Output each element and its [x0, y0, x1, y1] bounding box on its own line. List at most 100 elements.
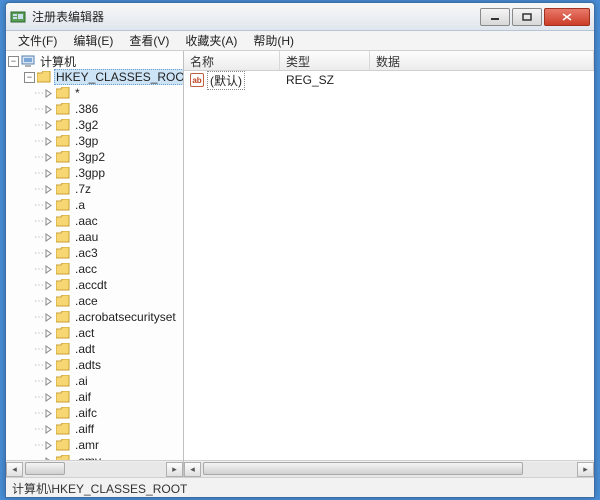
scroll-left-icon[interactable]: ◂	[184, 462, 201, 477]
folder-icon	[56, 423, 70, 435]
tree-connector: ⋯	[34, 168, 43, 179]
expand-icon[interactable]	[43, 280, 54, 291]
scroll-left-icon[interactable]: ◂	[6, 462, 23, 477]
tree-key[interactable]: ⋯.act	[6, 325, 183, 341]
tree-key[interactable]: ⋯.ace	[6, 293, 183, 309]
collapse-icon[interactable]: −	[24, 72, 35, 83]
expand-icon[interactable]	[43, 312, 54, 323]
menu-edit[interactable]: 编辑(E)	[65, 30, 121, 51]
tree-key[interactable]: ⋯.7z	[6, 181, 183, 197]
tree-label: HKEY_CLASSES_ROOT	[54, 69, 183, 85]
menu-help[interactable]: 帮助(H)	[245, 30, 302, 51]
tree-key[interactable]: ⋯.ac3	[6, 245, 183, 261]
folder-icon	[56, 263, 70, 275]
menubar: 文件(F) 编辑(E) 查看(V) 收藏夹(A) 帮助(H)	[6, 31, 594, 51]
column-data[interactable]: 数据	[370, 51, 594, 70]
tree-key[interactable]: ⋯.accdt	[6, 277, 183, 293]
list-body[interactable]: ab (默认) REG_SZ	[184, 71, 594, 460]
tree-key[interactable]: ⋯ .3gp2	[6, 149, 183, 165]
tree-key[interactable]: ⋯.adts	[6, 357, 183, 373]
tree-key[interactable]: ⋯.aif	[6, 389, 183, 405]
tree-key[interactable]: ⋯.adt	[6, 341, 183, 357]
close-button[interactable]	[544, 8, 590, 26]
tree-label: .386	[73, 102, 100, 116]
tree-key[interactable]: ⋯.3gpp	[6, 165, 183, 181]
menu-favorites[interactable]: 收藏夹(A)	[177, 30, 245, 51]
expand-icon[interactable]	[43, 264, 54, 275]
scroll-right-icon[interactable]: ▸	[166, 462, 183, 477]
expand-icon[interactable]	[43, 120, 54, 131]
tree-key[interactable]: ⋯.3g2	[6, 117, 183, 133]
window-title: 注册表编辑器	[32, 8, 480, 25]
tree-label: *	[73, 86, 82, 100]
tree-key[interactable]: ⋯*	[6, 85, 183, 101]
folder-icon	[56, 103, 70, 115]
expand-icon[interactable]	[43, 136, 54, 147]
scroll-right-icon[interactable]: ▸	[577, 462, 594, 477]
collapse-icon[interactable]: −	[8, 56, 19, 67]
tree-key[interactable]: ⋯ .aac	[6, 213, 183, 229]
expand-icon[interactable]	[43, 392, 54, 403]
tree-view[interactable]: − 计算机 − HKEY_CLASSES_ROOT ⋯*⋯.386⋯.3g2⋯.…	[6, 51, 183, 460]
expand-icon[interactable]	[43, 360, 54, 371]
tree-key[interactable]: ⋯.acrobatsecurityset	[6, 309, 183, 325]
computer-icon	[21, 54, 35, 68]
expand-icon[interactable]	[43, 296, 54, 307]
tree-label: .aif	[73, 390, 93, 404]
expand-icon[interactable]	[43, 88, 54, 99]
maximize-button[interactable]	[512, 8, 542, 26]
expand-icon[interactable]	[43, 184, 54, 195]
column-name[interactable]: 名称	[184, 51, 280, 70]
expand-icon[interactable]	[43, 104, 54, 115]
tree-key[interactable]: ⋯.a	[6, 197, 183, 213]
tree-label: .aac	[73, 214, 100, 228]
expand-icon[interactable]	[43, 200, 54, 211]
expand-icon[interactable]	[43, 344, 54, 355]
tree-label: .7z	[73, 182, 93, 196]
expand-icon[interactable]	[43, 216, 54, 227]
tree-key[interactable]: ⋯.aau	[6, 229, 183, 245]
tree-key[interactable]: ⋯.aiff	[6, 421, 183, 437]
titlebar[interactable]: 注册表编辑器	[6, 3, 594, 31]
scroll-track[interactable]	[23, 462, 166, 477]
tree-label: .acc	[73, 262, 99, 276]
scroll-thumb[interactable]	[203, 462, 523, 475]
tree-key[interactable]: ⋯.3gp	[6, 133, 183, 149]
tree-key[interactable]: ⋯.amr	[6, 437, 183, 453]
scroll-thumb[interactable]	[25, 462, 65, 475]
tree-hive-hkcr[interactable]: − HKEY_CLASSES_ROOT	[6, 69, 183, 85]
expand-icon[interactable]	[43, 232, 54, 243]
expand-icon[interactable]	[43, 248, 54, 259]
tree-key[interactable]: ⋯.acc	[6, 261, 183, 277]
tree-key[interactable]: ⋯.amv	[6, 453, 183, 460]
expand-icon[interactable]	[43, 328, 54, 339]
tree-key[interactable]: ⋯.ai	[6, 373, 183, 389]
expand-icon[interactable]	[43, 440, 54, 451]
menu-file[interactable]: 文件(F)	[10, 30, 65, 51]
menu-view[interactable]: 查看(V)	[121, 30, 177, 51]
tree-connector: ⋯	[34, 152, 43, 163]
expand-icon[interactable]	[43, 408, 54, 419]
tree-connector: ⋯	[34, 216, 43, 227]
list-hscrollbar[interactable]: ◂ ▸	[184, 460, 594, 477]
expand-icon[interactable]	[43, 152, 54, 163]
tree-hscrollbar[interactable]: ◂ ▸	[6, 460, 183, 477]
minimize-button[interactable]	[480, 8, 510, 26]
folder-icon	[56, 295, 70, 307]
tree-key[interactable]: ⋯.aifc	[6, 405, 183, 421]
column-type[interactable]: 类型	[280, 51, 370, 70]
tree-root-computer[interactable]: − 计算机	[6, 53, 183, 69]
tree-label: .3gp2	[73, 150, 107, 164]
tree-connector: ⋯	[34, 232, 43, 243]
expand-icon[interactable]	[43, 168, 54, 179]
cell-type: REG_SZ	[280, 72, 370, 88]
scroll-track[interactable]	[201, 462, 577, 477]
tree-key[interactable]: ⋯.386	[6, 101, 183, 117]
folder-icon	[56, 167, 70, 179]
tree-connector: ⋯	[34, 360, 43, 371]
expand-icon[interactable]	[43, 424, 54, 435]
folder-icon	[56, 327, 70, 339]
status-path: 计算机\HKEY_CLASSES_ROOT	[12, 482, 187, 496]
list-item[interactable]: ab (默认) REG_SZ	[184, 71, 594, 89]
expand-icon[interactable]	[43, 376, 54, 387]
